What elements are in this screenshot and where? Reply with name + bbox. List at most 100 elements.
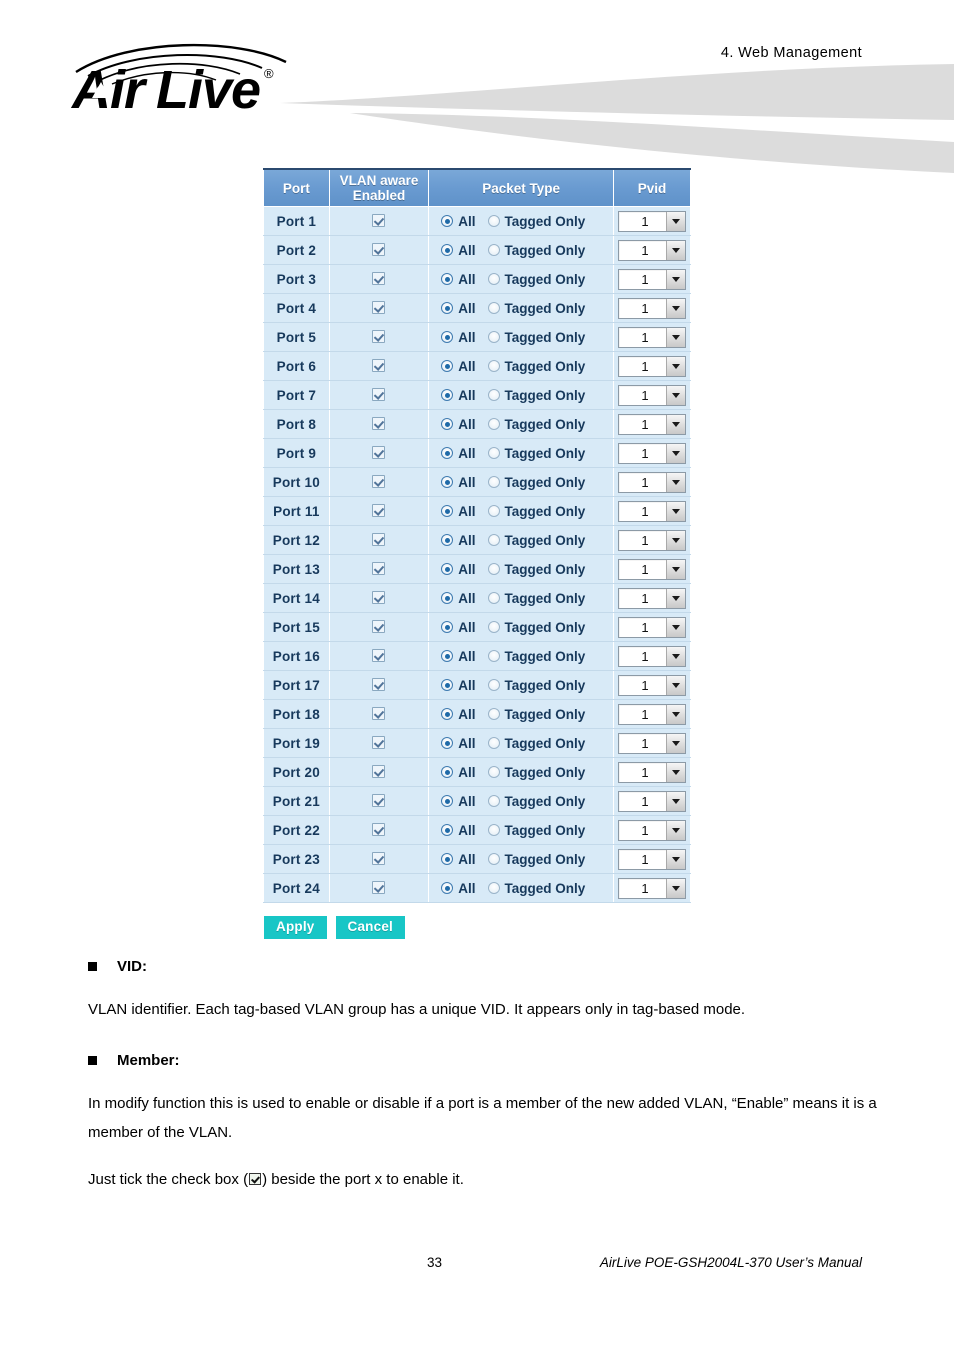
packet-type-radio-tagged-only[interactable]: [487, 447, 500, 459]
chevron-down-icon[interactable]: [665, 559, 685, 579]
pvid-select[interactable]: 1: [617, 674, 686, 696]
vlan-aware-checkbox[interactable]: [372, 736, 386, 750]
chevron-down-icon[interactable]: [665, 849, 685, 869]
packet-type-radio-all[interactable]: [441, 650, 454, 662]
packet-type-radio-all[interactable]: [441, 534, 454, 546]
pvid-select[interactable]: 1: [617, 413, 686, 435]
vlan-aware-checkbox[interactable]: [372, 707, 386, 721]
packet-type-radio-tagged-only[interactable]: [487, 302, 500, 314]
pvid-select[interactable]: 1: [617, 297, 686, 319]
packet-type-radio-all[interactable]: [441, 621, 454, 633]
packet-type-radio-tagged-only[interactable]: [487, 331, 500, 343]
chevron-down-icon[interactable]: [665, 704, 685, 724]
packet-type-radio-tagged-only[interactable]: [487, 766, 500, 778]
packet-type-radio-all[interactable]: [441, 418, 454, 430]
packet-type-radio-tagged-only[interactable]: [487, 621, 500, 633]
packet-type-radio-tagged-only[interactable]: [487, 244, 500, 256]
pvid-select[interactable]: 1: [617, 500, 686, 522]
vlan-aware-checkbox[interactable]: [372, 272, 386, 286]
packet-type-radio-all[interactable]: [441, 592, 454, 604]
chevron-down-icon[interactable]: [665, 675, 685, 695]
packet-type-radio-tagged-only[interactable]: [487, 273, 500, 285]
pvid-select[interactable]: 1: [617, 558, 686, 580]
vlan-aware-checkbox[interactable]: [372, 475, 386, 489]
pvid-select[interactable]: 1: [617, 790, 686, 812]
pvid-select[interactable]: 1: [617, 703, 686, 725]
vlan-aware-checkbox[interactable]: [372, 881, 386, 895]
packet-type-radio-tagged-only[interactable]: [487, 650, 500, 662]
cancel-button[interactable]: Cancel: [335, 916, 405, 939]
vlan-aware-checkbox[interactable]: [372, 504, 386, 518]
chevron-down-icon[interactable]: [665, 443, 685, 463]
packet-type-radio-all[interactable]: [441, 679, 454, 691]
packet-type-radio-tagged-only[interactable]: [487, 534, 500, 546]
vlan-aware-checkbox[interactable]: [372, 533, 386, 547]
chevron-down-icon[interactable]: [665, 762, 685, 782]
vlan-aware-checkbox[interactable]: [372, 794, 386, 808]
vlan-aware-checkbox[interactable]: [372, 214, 386, 228]
packet-type-radio-all[interactable]: [441, 360, 454, 372]
pvid-select[interactable]: 1: [617, 645, 686, 667]
packet-type-radio-all[interactable]: [441, 244, 454, 256]
packet-type-radio-tagged-only[interactable]: [487, 389, 500, 401]
vlan-aware-checkbox[interactable]: [372, 562, 386, 576]
packet-type-radio-all[interactable]: [441, 331, 454, 343]
vlan-aware-checkbox[interactable]: [372, 765, 386, 779]
chevron-down-icon[interactable]: [665, 501, 685, 521]
packet-type-radio-all[interactable]: [441, 737, 454, 749]
packet-type-radio-tagged-only[interactable]: [487, 679, 500, 691]
packet-type-radio-tagged-only[interactable]: [487, 505, 500, 517]
pvid-select[interactable]: 1: [617, 616, 686, 638]
packet-type-radio-all[interactable]: [441, 766, 454, 778]
vlan-aware-checkbox[interactable]: [372, 359, 386, 373]
pvid-select[interactable]: 1: [617, 877, 686, 899]
packet-type-radio-all[interactable]: [441, 389, 454, 401]
vlan-aware-checkbox[interactable]: [372, 678, 386, 692]
pvid-select[interactable]: 1: [617, 268, 686, 290]
pvid-select[interactable]: 1: [617, 442, 686, 464]
vlan-aware-checkbox[interactable]: [372, 301, 386, 315]
packet-type-radio-all[interactable]: [441, 824, 454, 836]
packet-type-radio-all[interactable]: [441, 563, 454, 575]
chevron-down-icon[interactable]: [665, 356, 685, 376]
packet-type-radio-tagged-only[interactable]: [487, 853, 500, 865]
chevron-down-icon[interactable]: [665, 588, 685, 608]
apply-button[interactable]: Apply: [264, 916, 327, 939]
packet-type-radio-all[interactable]: [441, 882, 454, 894]
chevron-down-icon[interactable]: [665, 617, 685, 637]
packet-type-radio-all[interactable]: [441, 795, 454, 807]
chevron-down-icon[interactable]: [665, 820, 685, 840]
chevron-down-icon[interactable]: [665, 240, 685, 260]
chevron-down-icon[interactable]: [665, 327, 685, 347]
chevron-down-icon[interactable]: [665, 211, 685, 231]
pvid-select[interactable]: 1: [617, 239, 686, 261]
vlan-aware-checkbox[interactable]: [372, 330, 386, 344]
packet-type-radio-all[interactable]: [441, 853, 454, 865]
packet-type-radio-tagged-only[interactable]: [487, 737, 500, 749]
packet-type-radio-tagged-only[interactable]: [487, 563, 500, 575]
packet-type-radio-all[interactable]: [441, 505, 454, 517]
pvid-select[interactable]: 1: [617, 529, 686, 551]
packet-type-radio-all[interactable]: [441, 708, 454, 720]
chevron-down-icon[interactable]: [665, 791, 685, 811]
chevron-down-icon[interactable]: [665, 414, 685, 434]
vlan-aware-checkbox[interactable]: [372, 649, 386, 663]
packet-type-radio-all[interactable]: [441, 215, 454, 227]
vlan-aware-checkbox[interactable]: [372, 620, 386, 634]
vlan-aware-checkbox[interactable]: [372, 243, 386, 257]
pvid-select[interactable]: 1: [617, 355, 686, 377]
chevron-down-icon[interactable]: [665, 298, 685, 318]
pvid-select[interactable]: 1: [617, 326, 686, 348]
vlan-aware-checkbox[interactable]: [372, 388, 386, 402]
packet-type-radio-tagged-only[interactable]: [487, 360, 500, 372]
chevron-down-icon[interactable]: [665, 530, 685, 550]
vlan-aware-checkbox[interactable]: [372, 823, 386, 837]
pvid-select[interactable]: 1: [617, 587, 686, 609]
vlan-aware-checkbox[interactable]: [372, 852, 386, 866]
pvid-select[interactable]: 1: [617, 819, 686, 841]
pvid-select[interactable]: 1: [617, 384, 686, 406]
chevron-down-icon[interactable]: [665, 385, 685, 405]
pvid-select[interactable]: 1: [617, 761, 686, 783]
pvid-select[interactable]: 1: [617, 732, 686, 754]
chevron-down-icon[interactable]: [665, 269, 685, 289]
